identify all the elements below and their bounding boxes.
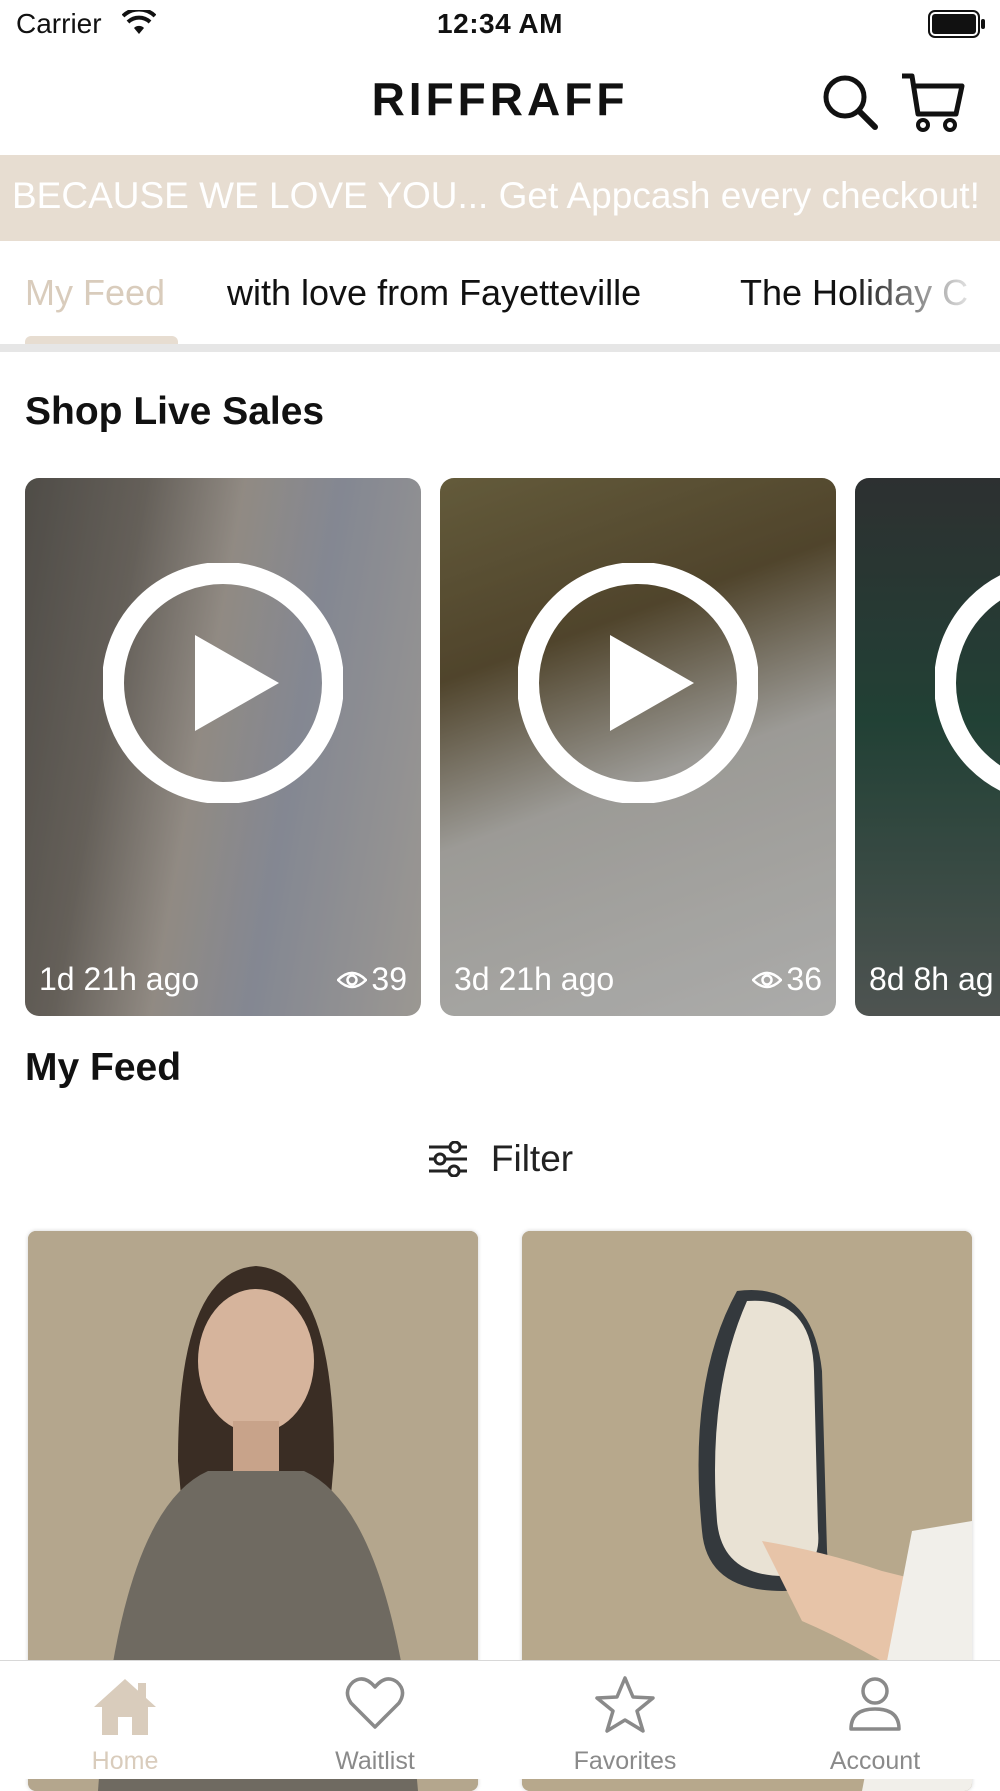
tab-with-love-from-fayetteville[interactable]: with love from Fayetteville bbox=[227, 272, 641, 314]
live-sale-view-count: 39 bbox=[371, 961, 407, 997]
heart-icon bbox=[345, 1677, 405, 1729]
eye-icon bbox=[337, 971, 368, 988]
nav-home-label: Home bbox=[91, 1747, 159, 1775]
nav-home[interactable]: Home bbox=[0, 1661, 250, 1779]
play-icon[interactable] bbox=[518, 563, 758, 803]
cart-icon bbox=[902, 73, 965, 132]
active-tab-indicator bbox=[25, 336, 178, 344]
tab-my-feed[interactable]: My Feed bbox=[25, 272, 165, 314]
battery-icon bbox=[928, 10, 985, 38]
clock: 12:34 AM bbox=[437, 8, 563, 39]
star-icon bbox=[595, 1676, 655, 1733]
bottom-nav: Home Waitlist Favorites Account bbox=[0, 1660, 1000, 1779]
nav-account-label: Account bbox=[829, 1747, 921, 1775]
nav-account[interactable]: Account bbox=[750, 1661, 1000, 1779]
sliders-icon bbox=[428, 1141, 467, 1177]
promo-banner-text: BECAUSE WE LOVE YOU... Get Appcash every… bbox=[12, 175, 980, 216]
live-sale-time: 3d 21h ago bbox=[454, 961, 615, 997]
filter-label: Filter bbox=[490, 1138, 574, 1179]
play-icon[interactable] bbox=[935, 563, 1000, 803]
nav-favorites[interactable]: Favorites bbox=[500, 1661, 750, 1779]
nav-favorites-label: Favorites bbox=[573, 1747, 677, 1775]
search-icon bbox=[823, 75, 878, 130]
status-bar: Carrier 12:34 AM bbox=[0, 0, 1000, 50]
live-sale-view-count: 36 bbox=[786, 961, 822, 997]
live-sale-time: 1d 21h ago bbox=[39, 961, 200, 997]
tabs-fade bbox=[850, 256, 1000, 344]
live-sale-card-1[interactable]: 1d 21h ago 39 bbox=[25, 478, 421, 1016]
play-icon[interactable] bbox=[103, 563, 343, 803]
live-sale-card-2[interactable]: 3d 21h ago 36 bbox=[440, 478, 836, 1016]
cart-button[interactable] bbox=[900, 70, 966, 134]
live-sales-title: Shop Live Sales bbox=[25, 390, 325, 433]
live-sale-card-3[interactable]: 8d 8h ag bbox=[855, 478, 1000, 1016]
category-tabs: My Feed with love from Fayetteville The … bbox=[0, 256, 1000, 352]
nav-waitlist-label: Waitlist bbox=[335, 1747, 415, 1775]
filter-button[interactable]: Filter bbox=[0, 1138, 1000, 1180]
live-sale-time: 8d 8h ag bbox=[869, 961, 994, 997]
live-sale-views: 39 bbox=[337, 961, 407, 998]
promo-banner[interactable]: BECAUSE WE LOVE YOU... Get Appcash every… bbox=[0, 155, 1000, 241]
person-icon bbox=[849, 1677, 901, 1731]
live-sale-views: 36 bbox=[752, 961, 822, 998]
eye-icon bbox=[752, 971, 783, 988]
nav-waitlist[interactable]: Waitlist bbox=[250, 1661, 500, 1779]
home-icon bbox=[94, 1679, 156, 1735]
feed-title: My Feed bbox=[25, 1046, 182, 1089]
search-button[interactable] bbox=[820, 72, 880, 132]
